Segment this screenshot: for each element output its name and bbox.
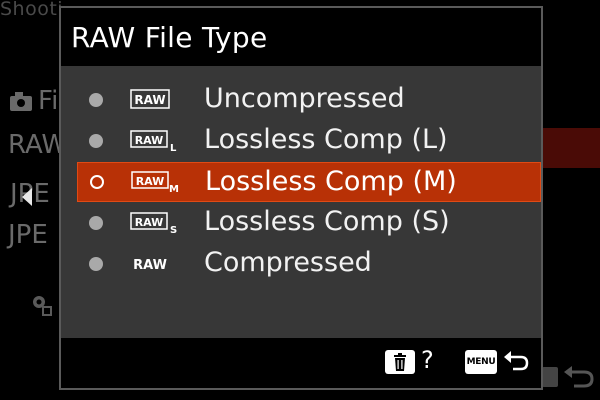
option-uncompressed[interactable]: RAW Uncompressed bbox=[77, 80, 541, 120]
help-label: ? bbox=[421, 346, 434, 374]
option-label: Compressed bbox=[204, 247, 372, 278]
svg-text:RAW: RAW bbox=[135, 134, 164, 147]
raw-boxed-icon: RAW bbox=[130, 89, 170, 109]
left-arrow-icon[interactable] bbox=[22, 188, 32, 206]
dialog-title-bar: RAW File Type bbox=[61, 8, 541, 66]
background-menu-item: JPE bbox=[8, 220, 48, 250]
radio-button[interactable] bbox=[89, 216, 103, 230]
raw-file-type-dialog: RAW File Type RAW Uncompressed RAW L Los… bbox=[59, 6, 543, 390]
svg-text:M: M bbox=[169, 184, 179, 193]
svg-text:RAW: RAW bbox=[133, 258, 167, 273]
background-selection-highlight bbox=[542, 128, 600, 168]
option-lossless-comp-m[interactable]: RAW M Lossless Comp (M) bbox=[77, 162, 541, 202]
trash-icon bbox=[394, 353, 406, 371]
option-lossless-comp-l[interactable]: RAW L Lossless Comp (L) bbox=[77, 121, 541, 161]
return-icon[interactable] bbox=[501, 347, 531, 377]
raw-file-type-options: RAW Uncompressed RAW L Lossless Comp (L)… bbox=[77, 80, 541, 285]
background-menu-item: Fi bbox=[38, 86, 59, 116]
svg-text:RAW: RAW bbox=[134, 93, 165, 107]
raw-lossless-m-icon: RAW M bbox=[131, 171, 179, 193]
background-menu-header: Shooti bbox=[0, 0, 64, 20]
svg-text:S: S bbox=[170, 225, 177, 234]
svg-text:RAW: RAW bbox=[135, 216, 164, 229]
settings-gear-icon bbox=[33, 296, 52, 316]
camera-icon bbox=[10, 92, 32, 111]
raw-lossless-s-icon: RAW S bbox=[130, 212, 177, 234]
option-label: Lossless Comp (S) bbox=[204, 206, 450, 237]
option-lossless-comp-s[interactable]: RAW S Lossless Comp (S) bbox=[77, 203, 541, 243]
option-label: Lossless Comp (M) bbox=[205, 166, 457, 197]
dialog-footer: ? MENU bbox=[61, 338, 541, 388]
svg-text:L: L bbox=[170, 143, 177, 152]
camera-menu-screen: Shooti Fi RAW JPE JPE RAW File Type RAW … bbox=[0, 0, 600, 400]
radio-button[interactable] bbox=[89, 93, 103, 107]
option-label: Lossless Comp (L) bbox=[204, 124, 448, 155]
trash-button[interactable] bbox=[385, 350, 415, 374]
radio-button[interactable] bbox=[89, 257, 103, 271]
radio-button[interactable] bbox=[89, 134, 103, 148]
raw-lossless-l-icon: RAW L bbox=[130, 130, 177, 152]
radio-button-selected[interactable] bbox=[90, 175, 104, 189]
dialog-title: RAW File Type bbox=[71, 21, 268, 54]
background-return-icon bbox=[542, 366, 594, 388]
raw-plain-icon: RAW bbox=[133, 258, 167, 273]
svg-text:RAW: RAW bbox=[136, 175, 165, 188]
option-label: Uncompressed bbox=[204, 83, 405, 114]
menu-button[interactable]: MENU bbox=[465, 350, 497, 374]
option-compressed[interactable]: RAW Compressed bbox=[77, 244, 541, 284]
